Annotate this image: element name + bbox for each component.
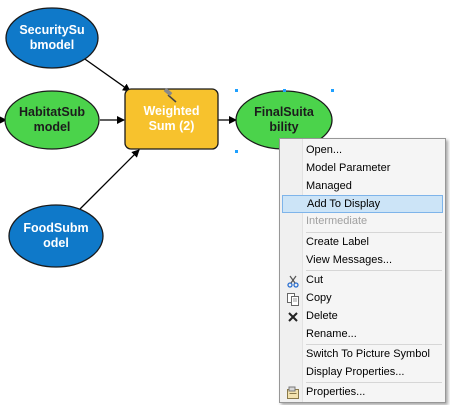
scissors-icon (285, 273, 301, 289)
delete-icon (285, 309, 301, 325)
menu-item-model-parameter[interactable]: Model Parameter (282, 160, 443, 178)
selection-handle[interactable] (283, 89, 286, 92)
properties-icon (285, 385, 301, 401)
menu-item-rename[interactable]: Rename... (282, 326, 443, 344)
copy-icon (285, 291, 301, 307)
menu-item-intermediate: Intermediate (306, 215, 368, 227)
menu-item-delete[interactable]: Delete (282, 308, 443, 326)
menu-item-managed[interactable]: Managed (282, 178, 443, 196)
weighted-sum-label: Weighted Sum (2) (143, 104, 200, 133)
menu-item-add-to-display[interactable]: Add To Display (282, 195, 443, 213)
final-suitability-label: FinalSuita bility (254, 105, 314, 134)
menu-item-view-messages[interactable]: View Messages... (282, 252, 443, 270)
food-submodel-label: FoodSubm odel (23, 221, 89, 250)
menu-item-switch-to-picture-symbol[interactable]: Switch To Picture Symbol (282, 346, 443, 364)
menu-item-copy[interactable]: Copy (282, 290, 443, 308)
menu-separator (306, 232, 442, 233)
menu-item-properties[interactable]: Properties... (282, 384, 443, 402)
selection-handle[interactable] (331, 89, 334, 92)
menu-item-cut[interactable]: Cut (282, 272, 443, 290)
connector-food-weighted[interactable] (79, 149, 140, 210)
habitat-submodel-label: HabitatSub model (19, 105, 85, 134)
menu-separator (306, 270, 442, 271)
menu-item-create-label[interactable]: Create Label (282, 234, 443, 252)
menu-separator (306, 382, 442, 383)
context-menu: Open... Model Parameter Managed Add To D… (279, 138, 446, 403)
menu-item-display-properties[interactable]: Display Properties... (282, 364, 443, 382)
selection-handle[interactable] (235, 150, 238, 153)
menu-separator (306, 344, 442, 345)
menu-item-open[interactable]: Open... (282, 142, 443, 160)
connector-security-weighted[interactable] (81, 56, 131, 92)
selection-handle[interactable] (235, 89, 238, 92)
security-submodel-label: SecuritySu bmodel (19, 23, 85, 52)
